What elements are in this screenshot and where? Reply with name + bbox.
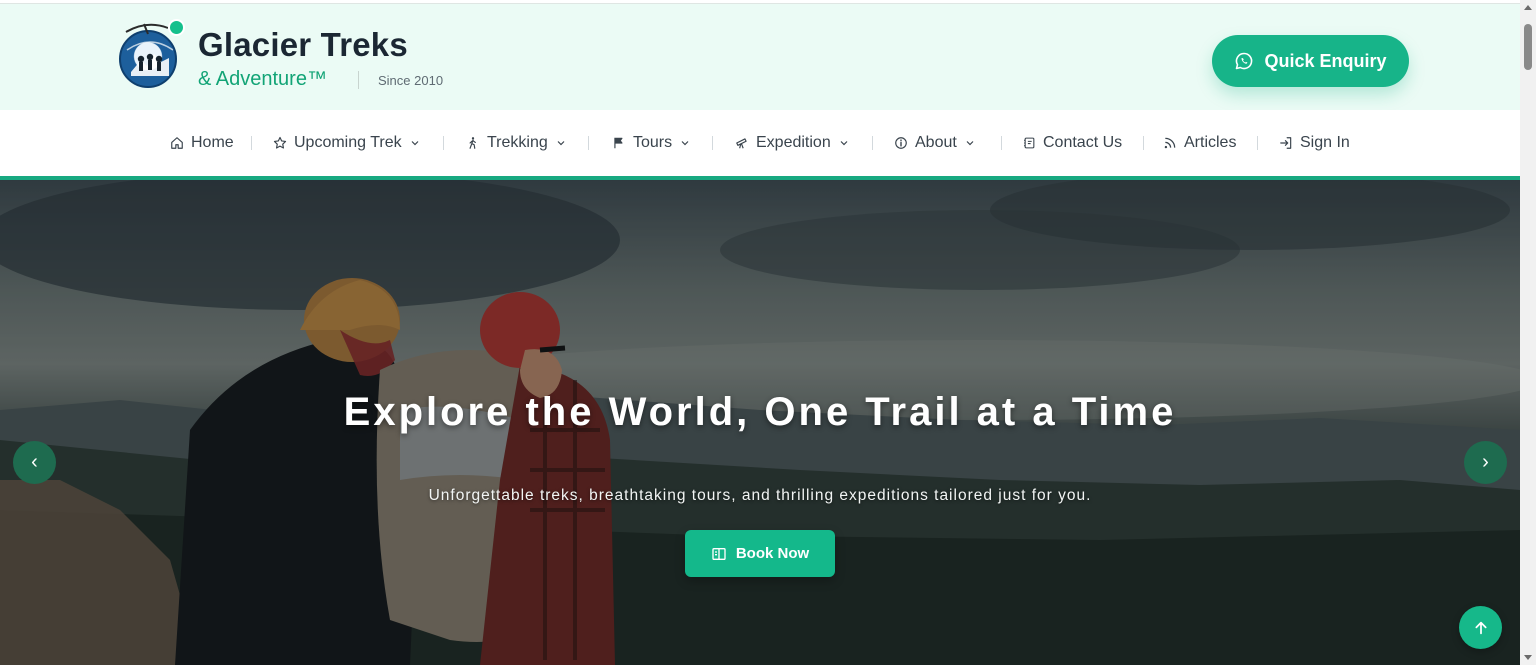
brand-divider xyxy=(358,71,359,89)
chevron-left-icon: ‹ xyxy=(31,451,38,473)
hero-slider: Explore the World, One Trail at a Time U… xyxy=(0,180,1520,665)
sign-in-icon xyxy=(1280,137,1292,149)
nav-item-upcoming-trek[interactable]: Upcoming Trek xyxy=(273,132,421,154)
nav-separator xyxy=(1001,136,1002,150)
rss-icon xyxy=(1164,137,1176,149)
nav-separator xyxy=(251,136,252,150)
book-now-label: Book Now xyxy=(735,545,810,562)
nav-item-contact-us[interactable]: Contact Us xyxy=(1023,132,1122,154)
nav-label-articles: Articles xyxy=(1184,134,1237,151)
hiker-icon xyxy=(469,137,476,149)
telescope-icon xyxy=(736,138,747,149)
brand-logo[interactable] xyxy=(118,19,185,94)
slider-next-button[interactable]: › xyxy=(1464,441,1507,484)
logo-emblem xyxy=(119,30,177,88)
top-header: Glacier Treks & Adventure™ Since 2010 Qu… xyxy=(0,3,1520,110)
quick-enquiry-label: Quick Enquiry xyxy=(1264,50,1387,71)
flag-icon xyxy=(614,137,623,149)
nav-item-articles[interactable]: Articles xyxy=(1163,132,1236,154)
nav-item-about[interactable]: About xyxy=(894,132,976,154)
contact-card-icon xyxy=(1024,137,1035,149)
nav-label-upcoming-trek: Upcoming Trek xyxy=(294,134,402,151)
hero-title: Explore the World, One Trail at a Time xyxy=(343,390,1177,434)
scroll-to-top-button[interactable] xyxy=(1459,606,1502,649)
nav-separator xyxy=(588,136,589,150)
ice-axe-icon xyxy=(125,23,169,35)
nav-separator xyxy=(872,136,873,150)
nav-item-home[interactable]: Home xyxy=(170,132,234,154)
brand-tagline: & Adventure™ xyxy=(198,68,327,90)
page-scrollbar[interactable] xyxy=(1520,0,1536,665)
nav-item-tours[interactable]: Tours xyxy=(612,132,691,154)
whatsapp-icon xyxy=(1236,52,1253,70)
nav-item-trekking[interactable]: Trekking xyxy=(466,132,567,154)
nav-separator xyxy=(1257,136,1258,150)
nav-item-expedition[interactable]: Expedition xyxy=(735,132,850,154)
scroll-up-arrow-icon[interactable] xyxy=(1524,5,1532,10)
quick-enquiry-button[interactable]: Quick Enquiry xyxy=(1212,35,1409,87)
nav-label-tours: Tours xyxy=(633,134,673,151)
arrow-up-icon xyxy=(1474,621,1487,634)
chevron-down-icon xyxy=(557,141,565,146)
star-icon xyxy=(273,136,287,149)
info-icon xyxy=(895,137,907,149)
book-icon xyxy=(712,547,726,560)
nav-label-home: Home xyxy=(191,134,234,151)
scrollbar-thumb[interactable] xyxy=(1524,24,1532,70)
nav-item-sign-in[interactable]: Sign In xyxy=(1279,132,1350,154)
nav-label-about: About xyxy=(915,134,957,151)
brand-name[interactable]: Glacier Treks xyxy=(198,26,408,64)
chevron-right-icon: › xyxy=(1482,451,1489,473)
chevron-down-icon xyxy=(681,141,689,146)
nav-label-expedition: Expedition xyxy=(756,134,831,151)
chevron-down-icon xyxy=(840,141,848,146)
chevron-down-icon xyxy=(966,141,974,146)
nav-separator xyxy=(1143,136,1144,150)
brand-since: Since 2010 xyxy=(378,73,444,88)
chevron-down-icon xyxy=(411,141,419,146)
nav-separator xyxy=(712,136,713,150)
home-icon xyxy=(171,137,183,149)
main-nav: Home Upcoming Trek Trekking Tours Expedi… xyxy=(0,110,1520,176)
nav-label-sign-in: Sign In xyxy=(1300,134,1350,151)
nav-label-trekking: Trekking xyxy=(487,134,548,151)
nav-separator xyxy=(443,136,444,150)
book-now-button[interactable]: Book Now xyxy=(685,530,835,577)
scroll-down-arrow-icon[interactable] xyxy=(1524,655,1532,660)
slider-prev-button[interactable]: ‹ xyxy=(13,441,56,484)
logo-badge xyxy=(168,19,185,36)
nav-label-contact-us: Contact Us xyxy=(1043,134,1123,151)
hero-subtitle: Unforgettable treks, breathtaking tours,… xyxy=(428,487,1092,504)
